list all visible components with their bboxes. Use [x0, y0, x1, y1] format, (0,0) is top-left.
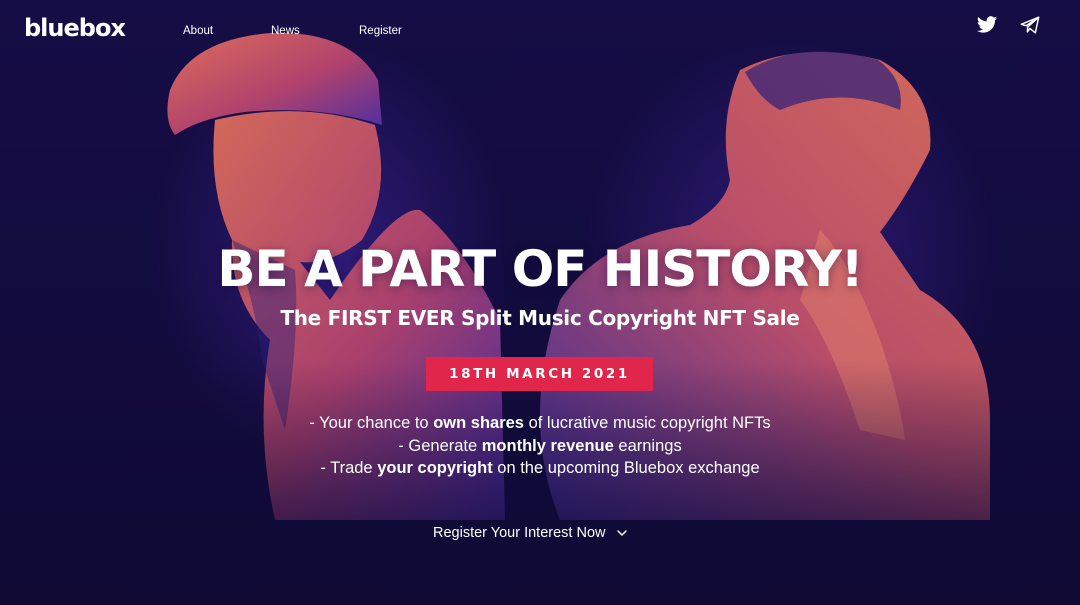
telegram-icon[interactable] [1019, 14, 1041, 36]
bluebox-logo[interactable]: bluebox [24, 14, 126, 42]
hero-section: bluebox About News Register BE A PART OF… [0, 0, 1080, 605]
hero-subheadline: The FIRST EVER Split Music Copyright NFT… [280, 306, 800, 330]
sale-date-badge: 18TH MARCH 2021 [426, 357, 653, 391]
benefit-item: - Your chance to own shares of lucrative… [309, 414, 771, 432]
nav-about-link[interactable]: About [183, 25, 213, 37]
nav-news-link[interactable]: News [271, 25, 300, 37]
register-interest-label: Register Your Interest Now [433, 525, 606, 541]
top-nav: bluebox About News Register [0, 0, 1080, 64]
nav-register-link[interactable]: Register [359, 25, 402, 37]
benefit-item: - Generate monthly revenue earnings [398, 436, 682, 455]
register-interest-link[interactable]: Register Your Interest Now [433, 525, 628, 541]
hero-headline: BE A PART OF HISTORY! [217, 240, 863, 298]
benefit-item: - Trade your copyright on the upcoming B… [320, 459, 760, 478]
artist-photo-left [0, 32, 1080, 605]
benefits-list: - Your chance to own shares of lucrative… [0, 412, 1080, 480]
twitter-icon[interactable] [976, 14, 998, 36]
chevron-down-icon [616, 530, 627, 536]
